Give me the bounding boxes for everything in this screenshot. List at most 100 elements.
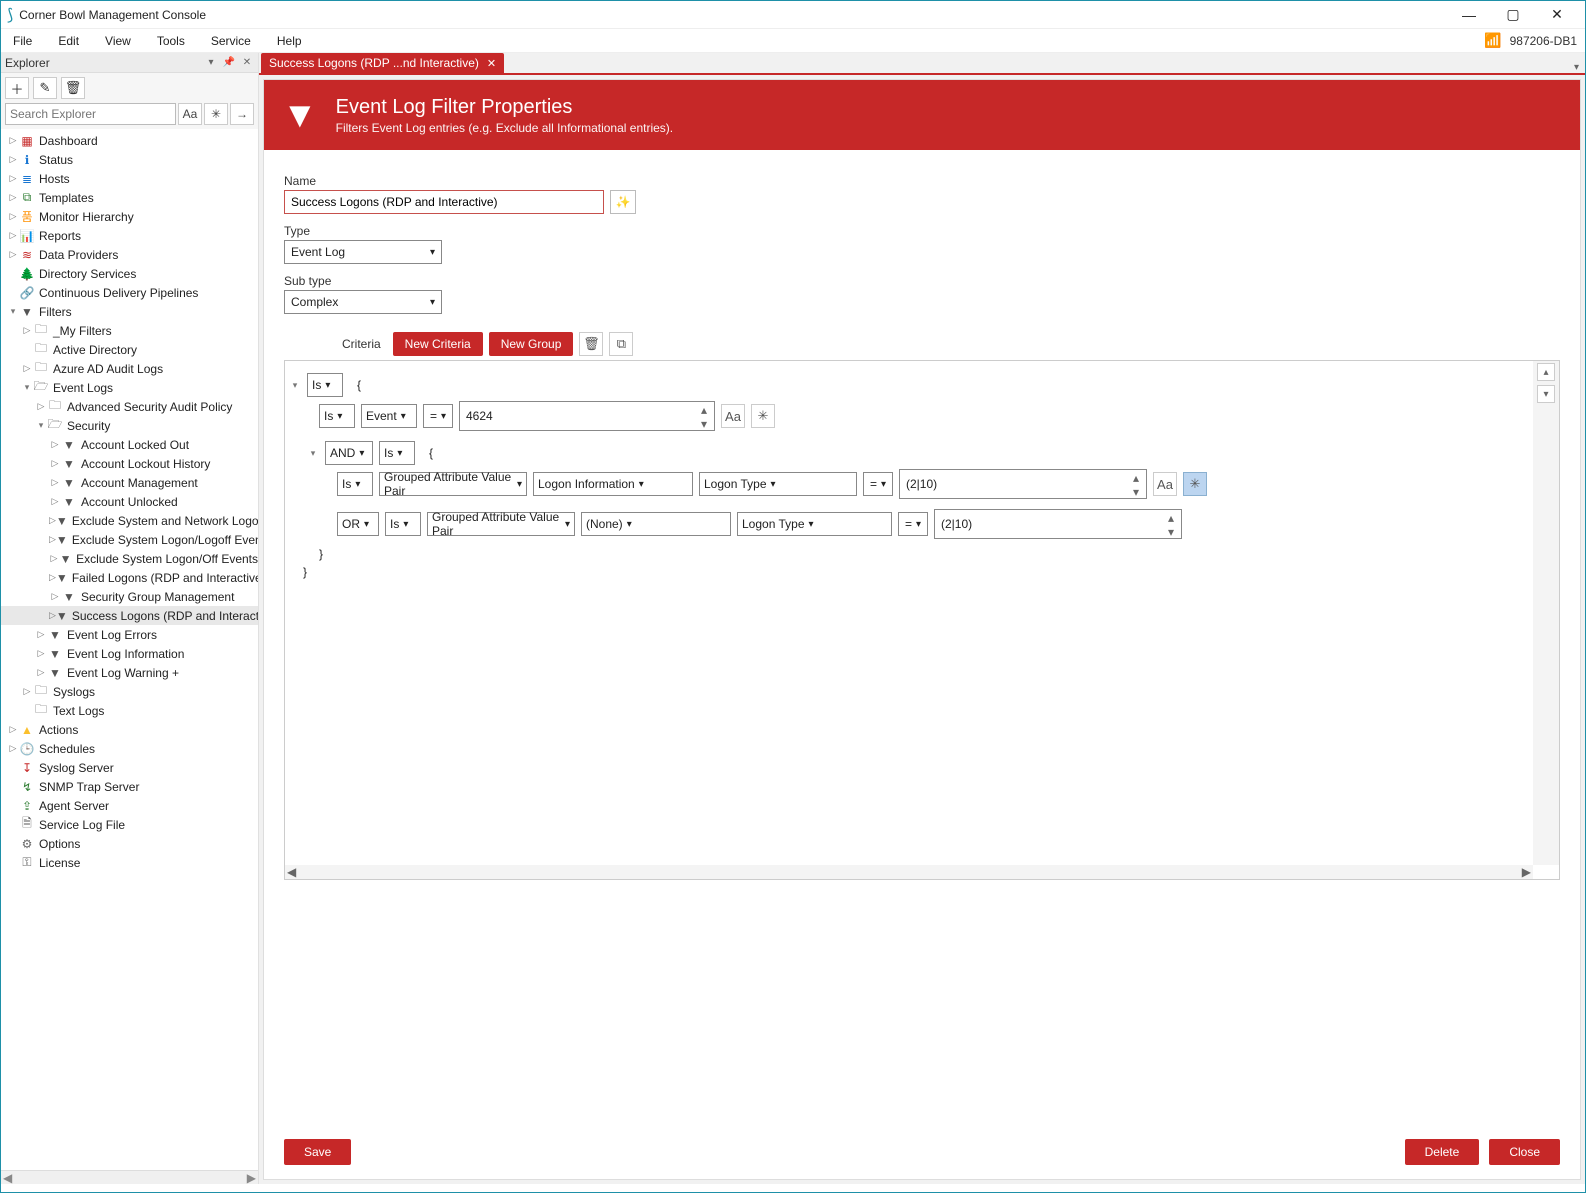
tree-item[interactable]: ▷≋Data Providers <box>1 245 258 264</box>
tree-item[interactable]: ▾🗁Security <box>1 416 258 435</box>
tree-expander-icon[interactable]: ▷ <box>49 534 56 545</box>
tree-expander-icon[interactable]: ▷ <box>49 458 61 469</box>
r4-regex-button[interactable]: ✳ <box>1183 472 1207 496</box>
tree-item[interactable]: 🔗Continuous Delivery Pipelines <box>1 283 258 302</box>
r2-op-select[interactable]: =▾ <box>423 404 453 428</box>
r4-attr-select[interactable]: Logon Type▾ <box>699 472 857 496</box>
tree-item[interactable]: ▷▼Failed Logons (RDP and Interactive) <box>1 568 258 587</box>
tree-expander-icon[interactable]: ▷ <box>21 325 33 336</box>
scroll-up-icon[interactable]: ▴ <box>1537 363 1555 381</box>
tree-expander-icon[interactable]: ▷ <box>35 667 47 678</box>
tree-item[interactable]: ▷▦Dashboard <box>1 131 258 150</box>
tree-item[interactable]: ▷▼Account Unlocked <box>1 492 258 511</box>
tree-expander-icon[interactable]: ▷ <box>49 591 61 602</box>
minimize-button[interactable]: — <box>1447 1 1491 29</box>
tree-item[interactable]: ▷🗀Azure AD Audit Logs <box>1 359 258 378</box>
explorer-close-icon[interactable]: ✕ <box>240 57 254 68</box>
tree-item[interactable]: ▷⧉Templates <box>1 188 258 207</box>
tree-expander-icon[interactable]: ▷ <box>49 477 61 488</box>
tree-item[interactable]: ▷▼Event Log Errors <box>1 625 258 644</box>
tree-expander-icon[interactable]: ▷ <box>49 496 61 507</box>
criteria-h-scroll[interactable]: ◀ ▶ <box>285 865 1533 879</box>
explorer-edit-button[interactable]: ✎ <box>33 77 57 99</box>
tree-item[interactable]: ▷▼Success Logons (RDP and Interactive) <box>1 606 258 625</box>
tree-item[interactable]: ▾▼Filters <box>1 302 258 321</box>
criteria-copy-button[interactable]: ⧉ <box>609 332 633 356</box>
tree-item[interactable]: ▷🗀Advanced Security Audit Policy <box>1 397 258 416</box>
tree-expander-icon[interactable]: ▾ <box>35 420 47 431</box>
tree-item[interactable]: 🌲Directory Services <box>1 264 258 283</box>
r5-or-select[interactable]: OR▾ <box>337 512 379 536</box>
tree-expander-icon[interactable]: ▷ <box>49 610 56 621</box>
explorer-dropdown-icon[interactable]: ▾ <box>204 57 218 68</box>
scroll-left-icon[interactable]: ◀ <box>287 865 296 879</box>
new-criteria-button[interactable]: New Criteria <box>393 332 483 356</box>
menu-tools[interactable]: Tools <box>153 32 189 50</box>
r2-is-select[interactable]: Is▾ <box>319 404 355 428</box>
criteria-delete-button[interactable]: 🗑 <box>579 332 603 356</box>
tree-expander-icon[interactable]: ▷ <box>35 401 47 412</box>
tree-item[interactable]: ▷▼Event Log Information <box>1 644 258 663</box>
r2-regex-button[interactable]: ✳ <box>751 404 775 428</box>
tree-expander-icon[interactable]: ▷ <box>35 648 47 659</box>
tree-expander-icon[interactable]: ▷ <box>21 363 33 374</box>
explorer-search-input[interactable] <box>5 103 176 125</box>
tree-item[interactable]: 🗎Service Log File <box>1 815 258 834</box>
close-window-button[interactable]: ✕ <box>1535 1 1579 29</box>
explorer-tree[interactable]: ▷▦Dashboard▷ℹStatus▷≣Hosts▷⧉Templates▷품M… <box>1 129 258 1170</box>
tree-expander-icon[interactable]: ▷ <box>7 154 19 165</box>
r5-op-select[interactable]: =▾ <box>898 512 928 536</box>
tree-item[interactable]: ▷▼Account Locked Out <box>1 435 258 454</box>
explorer-delete-button[interactable]: 🗑 <box>61 77 85 99</box>
type-select[interactable]: Event Log ▾ <box>284 240 442 264</box>
r4-group-select[interactable]: Logon Information▾ <box>533 472 693 496</box>
tree-item[interactable]: ▷▼Security Group Management <box>1 587 258 606</box>
tree-item[interactable]: ▷▲Actions <box>1 720 258 739</box>
tree-item[interactable]: ▷▼Account Lockout History <box>1 454 258 473</box>
maximize-button[interactable]: ▢ <box>1491 1 1535 29</box>
tree-item[interactable]: ▷▼Exclude System Logon/Off Events <box>1 549 258 568</box>
tab-close-icon[interactable]: ✕ <box>487 57 496 70</box>
tab-success-logons[interactable]: Success Logons (RDP ...nd Interactive) ✕ <box>261 53 504 73</box>
tree-expander-icon[interactable]: ▾ <box>21 382 33 393</box>
tree-item[interactable]: ▷▼Account Management <box>1 473 258 492</box>
tree-item[interactable]: ▷🕒Schedules <box>1 739 258 758</box>
tree-expander-icon[interactable]: ▷ <box>49 572 56 583</box>
search-regex-button[interactable]: ✳ <box>204 103 228 125</box>
tree-expander-icon[interactable]: ▷ <box>7 724 19 735</box>
r4-is-select[interactable]: Is▾ <box>337 472 373 496</box>
tree-item[interactable]: ▾🗁Event Logs <box>1 378 258 397</box>
name-input[interactable] <box>284 190 604 214</box>
tree-expander-icon[interactable]: ▷ <box>7 135 19 146</box>
delete-button[interactable]: Delete <box>1405 1139 1480 1165</box>
tabbar-overflow-icon[interactable]: ▾ <box>1568 62 1585 73</box>
tree-expander-icon[interactable]: ▷ <box>7 211 19 222</box>
new-group-button[interactable]: New Group <box>489 332 574 356</box>
explorer-h-scrollbar[interactable]: ◀▶ <box>1 1170 258 1184</box>
group2-is-select[interactable]: Is▾ <box>379 441 415 465</box>
r4-case-button[interactable]: Aa <box>1153 472 1177 496</box>
close-button[interactable]: Close <box>1489 1139 1560 1165</box>
r4-field-select[interactable]: Grouped Attribute Value Pair▾ <box>379 472 527 496</box>
menu-service[interactable]: Service <box>207 32 255 50</box>
r5-attr-select[interactable]: Logon Type▾ <box>737 512 892 536</box>
tree-expander-icon[interactable]: ▷ <box>7 230 19 241</box>
r4-op-select[interactable]: =▾ <box>863 472 893 496</box>
tree-expander-icon[interactable]: ▷ <box>7 743 19 754</box>
criteria-v-scroll[interactable]: ▴ ▾ <box>1533 361 1559 865</box>
tree-expander-icon[interactable]: ▷ <box>49 439 61 450</box>
magic-wand-button[interactable]: ✨ <box>610 190 636 214</box>
tree-item[interactable]: ⚿License <box>1 853 258 872</box>
tree-expander-icon[interactable]: ▷ <box>49 515 56 526</box>
tree-expander-icon[interactable]: ▾ <box>7 306 19 317</box>
tree-expander-icon[interactable]: ▷ <box>21 686 33 697</box>
group2-expander-icon[interactable]: ▾ <box>307 448 319 459</box>
r4-value-input[interactable]: (2|10)▴▾ <box>899 469 1147 499</box>
tree-item[interactable]: ▷▼Exclude System and Network Logons <box>1 511 258 530</box>
explorer-add-button[interactable]: ＋ <box>5 77 29 99</box>
tree-expander-icon[interactable]: ▷ <box>7 173 19 184</box>
r5-field-select[interactable]: Grouped Attribute Value Pair▾ <box>427 512 575 536</box>
tree-item[interactable]: ↧Syslog Server <box>1 758 258 777</box>
menu-view[interactable]: View <box>101 32 135 50</box>
tree-item[interactable]: ⚙Options <box>1 834 258 853</box>
